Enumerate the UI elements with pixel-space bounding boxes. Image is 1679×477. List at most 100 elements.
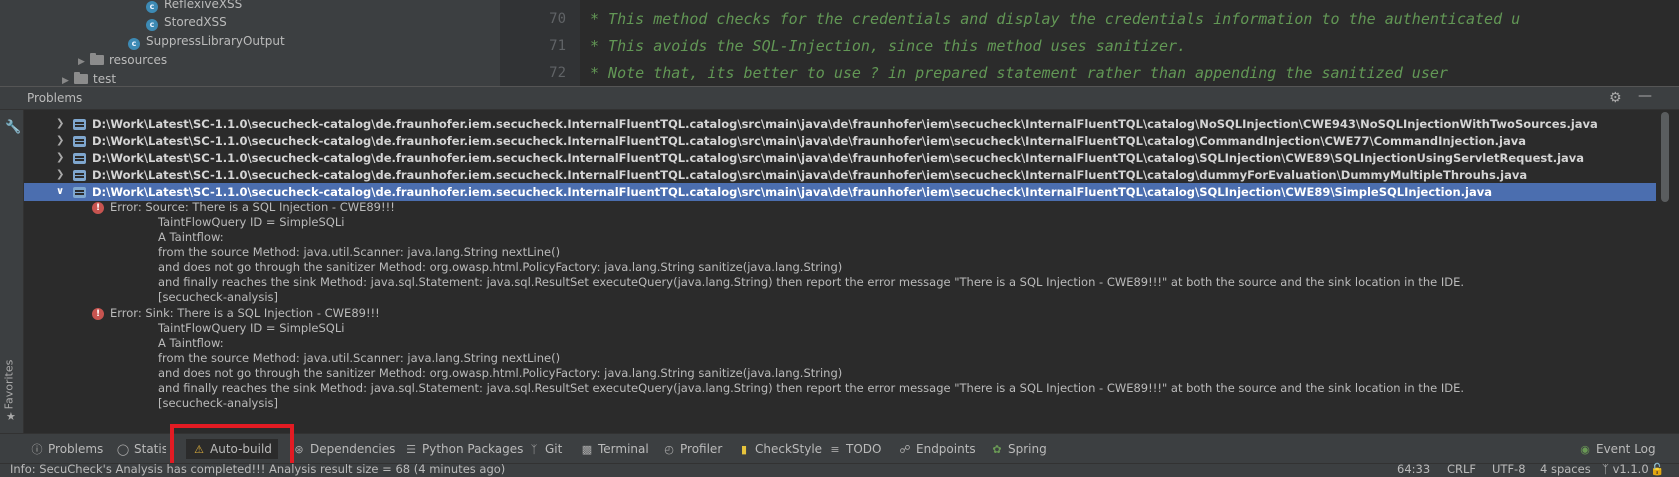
- code-line[interactable]: * Note that, its better to use ? in prep…: [590, 64, 1448, 82]
- problem-file-row[interactable]: ❯ D:\Work\Latest\SC-1.1.0\secucheck-cata…: [24, 166, 1656, 184]
- line-number: 70: [549, 11, 566, 27]
- line-number: 72: [549, 65, 566, 81]
- tool-checkstyle[interactable]: ▮ CheckStyle: [737, 439, 822, 459]
- tool-label: Python Packages: [422, 442, 524, 456]
- layers-icon: ☰: [406, 443, 416, 456]
- tool-todo[interactable]: ≡ TODO: [828, 439, 881, 459]
- tree-item-label: SuppressLibraryOutput: [146, 34, 285, 48]
- tool-dependencies[interactable]: ⊛ Dependencies: [292, 439, 395, 459]
- tool-label: Git: [545, 442, 563, 456]
- code-line[interactable]: * This method checks for the credentials…: [590, 10, 1520, 28]
- java-file-icon: [73, 153, 86, 164]
- error-detail: and does not go through the sanitizer Me…: [158, 260, 843, 274]
- tool-label: Auto-build: [210, 442, 272, 456]
- minimize-icon[interactable]: —: [1638, 88, 1652, 104]
- status-bar: Info: SecuCheck's Analysis has completed…: [0, 462, 1679, 477]
- vertical-scrollbar[interactable]: [1656, 110, 1679, 433]
- gear-icon[interactable]: ⚙: [1609, 90, 1622, 106]
- tree-item-label: resources: [109, 53, 168, 67]
- java-file-icon: [73, 170, 86, 181]
- tool-git[interactable]: ᛉ Git: [527, 439, 563, 459]
- profiler-icon: ◴: [664, 443, 674, 456]
- tool-label: TODO: [846, 442, 882, 456]
- tree-item-test[interactable]: ▶ test: [62, 69, 116, 86]
- error-detail: and does not go through the sanitizer Me…: [158, 366, 843, 380]
- chevron-down-icon[interactable]: ∨: [56, 183, 64, 201]
- chevron-right-icon[interactable]: ❯: [56, 115, 64, 133]
- tree-item-suppresslibraryoutput[interactable]: c SuppressLibraryOutput: [128, 31, 285, 51]
- folder-icon: [74, 72, 88, 84]
- java-file-icon: [73, 136, 86, 147]
- warning-icon: ⚠: [194, 443, 204, 456]
- list-icon: ≡: [830, 443, 840, 456]
- wrench-icon[interactable]: 🔧: [5, 120, 21, 135]
- tool-event-log[interactable]: ◉ Event Log: [1578, 439, 1655, 459]
- tree-item-label: StoredXSS: [164, 15, 227, 29]
- endpoints-icon: ☍: [899, 443, 911, 456]
- problems-tree[interactable]: ❯ D:\Work\Latest\SC-1.1.0\secucheck-cata…: [24, 110, 1656, 433]
- tool-label: Dependencies: [310, 442, 396, 456]
- chevron-right-icon[interactable]: ❯: [56, 166, 64, 184]
- line-separator[interactable]: CRLF: [1447, 462, 1476, 476]
- dependencies-icon: ⊛: [294, 443, 304, 456]
- file-encoding[interactable]: UTF-8: [1492, 462, 1526, 476]
- error-heading[interactable]: Error: Source: There is a SQL Injection …: [110, 200, 395, 214]
- caret-position[interactable]: 64:33: [1397, 462, 1430, 476]
- problem-file-row[interactable]: ❯ D:\Work\Latest\SC-1.1.0\secucheck-cata…: [24, 115, 1656, 133]
- branch-icon: ᛉ: [1602, 462, 1613, 476]
- git-icon: ᛉ: [530, 443, 538, 456]
- chevron-right-icon[interactable]: ❯: [56, 149, 64, 167]
- java-file-icon: [73, 119, 86, 130]
- tool-label: Problems: [48, 442, 104, 456]
- event-log-icon: ◉: [1580, 443, 1590, 456]
- scroll-thumb[interactable]: [1661, 112, 1669, 202]
- file-path: D:\Work\Latest\SC-1.1.0\secucheck-catalo…: [92, 151, 1585, 165]
- code-line[interactable]: * This avoids the SQL-Injection, since t…: [590, 37, 1186, 55]
- file-path: D:\Work\Latest\SC-1.1.0\secucheck-catalo…: [92, 185, 1492, 199]
- tool-auto-build[interactable]: ⚠ Auto-build: [186, 439, 278, 459]
- chevron-right-icon[interactable]: ❯: [56, 132, 64, 150]
- chevron-right-icon[interactable]: ▶: [62, 71, 74, 86]
- tool-label: CheckStyle: [755, 442, 823, 456]
- code-editor[interactable]: 70 71 72 * This method checks for the cr…: [500, 0, 1679, 86]
- file-path: D:\Work\Latest\SC-1.1.0\secucheck-catalo…: [92, 134, 1527, 148]
- tool-label: Spring: [1008, 442, 1047, 456]
- terminal-icon: ▩: [581, 443, 593, 456]
- info-icon: ⓘ: [31, 443, 43, 456]
- tool-terminal[interactable]: ▩ Terminal: [580, 439, 649, 459]
- tool-python-packages[interactable]: ☰ Python Packages: [404, 439, 523, 459]
- error-detail: A Taintflow:: [158, 230, 224, 244]
- tool-endpoints[interactable]: ☍ Endpoints: [898, 439, 976, 459]
- tree-item-storedxss[interactable]: c StoredXSS: [146, 12, 227, 32]
- project-tree[interactable]: c ReflexiveXSS c StoredXSS c SuppressLibrar…: [0, 0, 500, 86]
- status-message[interactable]: Info: SecuCheck's Analysis has completed…: [10, 462, 505, 476]
- tool-label: Endpoints: [916, 442, 976, 456]
- error-detail: and finally reaches the sink Method: jav…: [158, 381, 1465, 395]
- problem-file-row-selected[interactable]: ∨ D:\Work\Latest\SC-1.1.0\secucheck-cata…: [24, 183, 1656, 201]
- tool-label: Profiler: [680, 442, 723, 456]
- tool-label: Terminal: [598, 442, 649, 456]
- star-icon: ★: [6, 410, 16, 423]
- error-detail: from the source Method: java.util.Scanne…: [158, 351, 561, 365]
- line-number: 71: [549, 38, 566, 54]
- error-detail: TaintFlowQuery ID = SimpleSQLi: [158, 321, 345, 335]
- tree-item-label: test: [93, 72, 117, 86]
- statistic-icon: ◯: [116, 443, 130, 456]
- favorites-tab[interactable]: Favorites: [2, 360, 15, 410]
- tool-statistic[interactable]: ◯ Statistic: [116, 439, 166, 459]
- top-area: c ReflexiveXSS c StoredXSS c SuppressLibrar…: [0, 0, 1679, 86]
- tree-item-resources[interactable]: ▶ resources: [78, 50, 167, 70]
- tool-label: Statistic: [134, 442, 166, 456]
- error-heading[interactable]: Error: Sink: There is a SQL Injection - …: [110, 306, 380, 320]
- lock-icon[interactable]: 🔓: [1650, 462, 1664, 476]
- tool-profiler[interactable]: ◴ Profiler: [662, 439, 722, 459]
- problem-file-row[interactable]: ❯ D:\Work\Latest\SC-1.1.0\secucheck-cata…: [24, 132, 1656, 150]
- indent-setting[interactable]: 4 spaces: [1540, 462, 1591, 476]
- error-detail: and finally reaches the sink Method: jav…: [158, 275, 1465, 289]
- error-detail: A Taintflow:: [158, 336, 224, 350]
- vcs-branch[interactable]: ᛉ v1.1.0: [1602, 462, 1649, 476]
- tool-problems[interactable]: ⓘ Problems: [30, 439, 104, 459]
- tool-spring[interactable]: ✿ Spring: [990, 439, 1047, 459]
- branch-label: v1.1.0: [1612, 462, 1649, 476]
- problem-file-row[interactable]: ❯ D:\Work\Latest\SC-1.1.0\secucheck-cata…: [24, 149, 1656, 167]
